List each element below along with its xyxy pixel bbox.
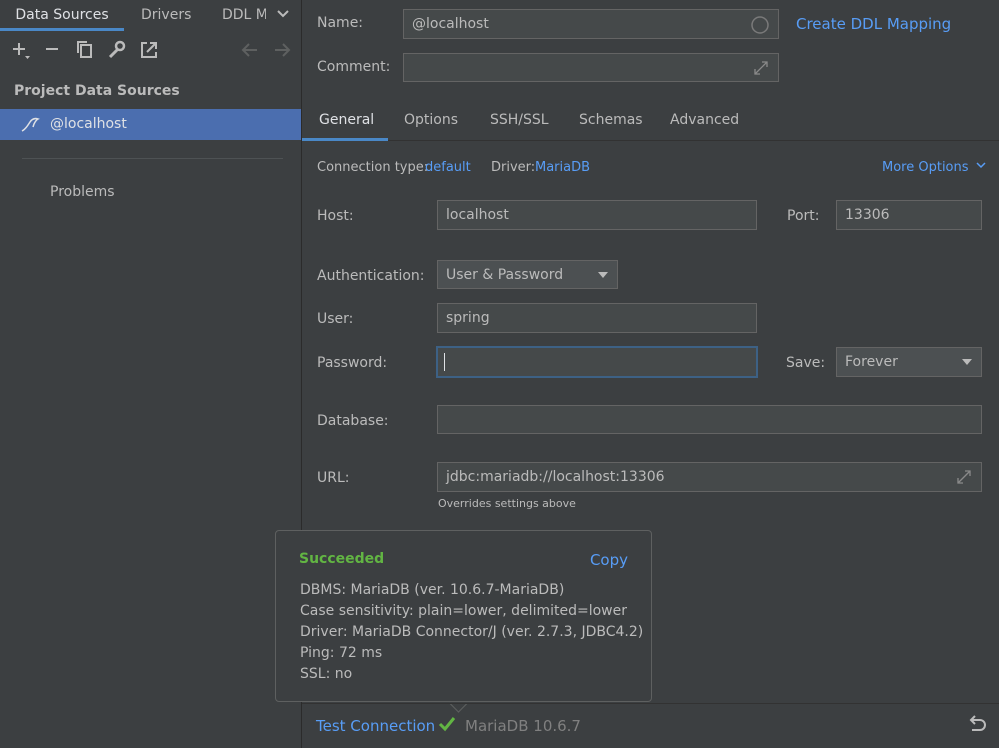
revert-icon[interactable] [966,714,986,734]
section-title: Project Data Sources [14,83,180,99]
database-input[interactable] [437,405,982,434]
tab-schemas[interactable]: Schemas [579,112,643,128]
password-input[interactable] [436,346,758,378]
authentication-select[interactable]: User & Password [437,260,618,289]
driver-link[interactable]: MariaDB [535,160,590,175]
text-cursor [444,353,445,371]
remove-icon[interactable] [43,40,63,60]
url-label: URL: [317,470,350,486]
mariadb-seal-icon [21,117,40,132]
port-input[interactable]: 13306 [836,200,982,230]
name-field[interactable]: @localhost [403,9,779,39]
chevron-down-icon [976,162,986,169]
duplicate-icon[interactable] [75,40,95,60]
tab-data-sources[interactable]: Data Sources [0,0,124,31]
arrow-left-icon[interactable] [240,40,260,60]
more-options-label: More Options [882,160,969,175]
create-ddl-mapping-link[interactable]: Create DDL Mapping [796,15,951,33]
divider [302,703,999,704]
chevron-down-icon[interactable] [276,6,290,22]
status-succeeded: Succeeded [299,551,385,567]
port-label: Port: [787,208,820,224]
add-icon[interactable] [11,40,31,60]
save-select-value: Forever [845,354,898,370]
result-line-ping: Ping: 72 ms [300,645,383,661]
connection-type-link[interactable]: default [425,160,471,175]
wrench-icon[interactable] [107,40,127,60]
name-label: Name: [317,15,364,31]
expand-icon[interactable] [752,59,770,77]
save-select[interactable]: Forever [836,347,982,377]
tab-general[interactable]: General [319,112,374,128]
tab-options[interactable]: Options [404,112,458,128]
data-source-item-label: @localhost [50,116,127,132]
data-sources-panel: Data Sources Drivers DDL Mappings Projec… [0,0,301,748]
checkmark-icon [438,717,456,732]
divider [22,158,283,159]
result-line-ssl: SSL: no [300,666,353,682]
copy-link[interactable]: Copy [590,551,628,569]
test-connection-link[interactable]: Test Connection [316,717,435,735]
tab-ddl-mappings[interactable]: DDL Mappings [222,0,266,30]
authentication-select-value: User & Password [446,267,564,283]
connection-type-label: Connection type: [317,160,429,175]
dropdown-arrow-icon [598,272,608,278]
user-label: User: [317,311,354,327]
driver-label: Driver: [491,160,536,175]
authentication-label: Authentication: [317,268,425,284]
more-options-link[interactable]: More Options [882,160,987,175]
dropdown-arrow-icon [962,359,972,365]
tab-ssh-ssl[interactable]: SSH/SSL [490,112,549,128]
color-circle-icon[interactable] [750,15,770,35]
url-input[interactable]: jdbc:mariadb://localhost:13306 [437,462,982,492]
result-line-case: Case sensitivity: plain=lower, delimited… [300,603,627,619]
problems-item[interactable]: Problems [50,184,115,200]
password-label: Password: [317,355,388,371]
host-label: Host: [317,208,354,224]
host-input[interactable]: localhost [437,200,757,230]
data-source-item-localhost[interactable]: @localhost [0,109,301,140]
comment-field[interactable] [403,53,779,82]
version-label: MariaDB 10.6.7 [465,717,581,735]
tab-drivers[interactable]: Drivers [141,0,191,30]
url-hint: Overrides settings above [438,497,576,510]
name-field-value: @localhost [412,16,489,32]
database-label: Database: [317,413,389,429]
test-result-popup: Succeeded Copy DBMS: MariaDB (ver. 10.6.… [275,530,652,702]
divider [302,140,999,141]
save-label: Save: [786,355,826,371]
open-external-icon[interactable] [139,40,159,60]
url-input-value: jdbc:mariadb://localhost:13306 [446,469,665,485]
comment-label: Comment: [317,59,391,75]
arrow-right-icon[interactable] [272,40,292,60]
expand-icon[interactable] [955,468,973,486]
result-line-dbms: DBMS: MariaDB (ver. 10.6.7-MariaDB) [300,582,565,598]
tab-selection-indicator [302,138,388,141]
tab-advanced[interactable]: Advanced [670,112,739,128]
user-input[interactable]: spring [437,303,757,333]
result-line-driver: Driver: MariaDB Connector/J (ver. 2.7.3,… [300,624,644,640]
